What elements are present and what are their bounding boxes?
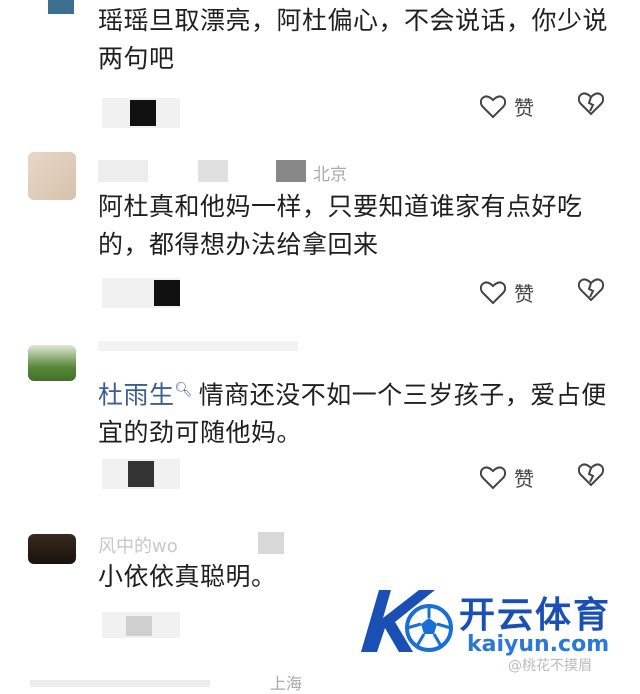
blurred-block xyxy=(128,461,154,487)
blurred-block xyxy=(130,100,156,126)
brand-logo: 开云体育 kaiyun.com xyxy=(355,582,640,662)
like-label: 赞 xyxy=(514,96,534,120)
comment-item: 北京 阿杜真和他妈一样，只要知道谁家有点好吃的，都得想办法给拿回来 赞 xyxy=(0,150,640,320)
like-button[interactable]: 赞 xyxy=(480,278,534,307)
username-row xyxy=(98,341,298,363)
blurred-block xyxy=(258,532,284,554)
comment-item-partial: 上海 xyxy=(30,674,330,693)
location-label: 北京 xyxy=(313,165,347,185)
blurred-block xyxy=(126,616,152,636)
reply-preview[interactable] xyxy=(102,98,180,128)
comment-item: 杜雨生🔍︎ 情商还没不如一个三岁孩子，爱占便宜的劲可随他妈。 赞 xyxy=(0,335,640,505)
like-label: 赞 xyxy=(514,282,534,306)
blurred-block xyxy=(198,160,228,182)
avatar[interactable] xyxy=(28,534,76,564)
search-small-icon: 🔍︎ xyxy=(174,382,193,398)
blurred-block xyxy=(98,341,298,351)
blurred-block xyxy=(154,280,180,306)
reply-preview[interactable] xyxy=(102,459,180,489)
blurred-block xyxy=(30,680,210,687)
reply-preview[interactable] xyxy=(102,278,180,308)
watermark: @桃花不摸眉 xyxy=(508,658,592,674)
like-label: 赞 xyxy=(514,467,534,491)
comment-actions: 赞 xyxy=(480,92,620,122)
like-button[interactable]: 赞 xyxy=(480,92,534,121)
heart-outline-icon xyxy=(480,465,506,489)
avatar[interactable] xyxy=(48,0,74,14)
comment-actions: 赞 xyxy=(480,278,620,308)
username-row: 北京 xyxy=(98,160,358,185)
location-label: 上海 xyxy=(270,674,303,693)
comment-item: 瑶瑶旦取漂亮，阿杜偏心，不会说话，你少说两句吧 赞 xyxy=(0,0,640,140)
heart-outline-icon xyxy=(480,94,506,118)
dislike-button[interactable] xyxy=(577,278,605,306)
avatar[interactable] xyxy=(28,345,76,381)
username-row: 风中的wo xyxy=(98,532,298,557)
comment-text: 杜雨生🔍︎ 情商还没不如一个三岁孩子，爱占便宜的劲可随他妈。 xyxy=(98,371,618,452)
soccer-ball-k-logo-icon xyxy=(361,590,453,652)
heart-outline-icon xyxy=(480,280,506,304)
blurred-block xyxy=(98,160,148,182)
reply-preview[interactable] xyxy=(102,612,180,640)
dislike-button[interactable] xyxy=(577,463,605,491)
brand-url: kaiyun.com xyxy=(467,632,610,657)
broken-heart-icon xyxy=(577,278,605,302)
username-partial[interactable]: 风中的wo xyxy=(98,532,178,558)
dislike-button[interactable] xyxy=(577,92,605,120)
avatar[interactable] xyxy=(28,152,76,200)
like-button[interactable]: 赞 xyxy=(480,463,534,492)
brand-name: 开云体育 xyxy=(459,595,612,636)
mention-link[interactable]: 杜雨生 xyxy=(98,380,175,409)
broken-heart-icon xyxy=(577,92,605,116)
broken-heart-icon xyxy=(577,463,605,487)
comment-actions: 赞 xyxy=(480,463,620,493)
comment-text: 阿杜真和他妈一样，只要知道谁家有点好吃的，都得想办法给拿回来 xyxy=(98,192,583,259)
blurred-block xyxy=(276,160,306,182)
comment-text: 瑶瑶旦取漂亮，阿杜偏心，不会说话，你少说两句吧 xyxy=(98,6,609,73)
